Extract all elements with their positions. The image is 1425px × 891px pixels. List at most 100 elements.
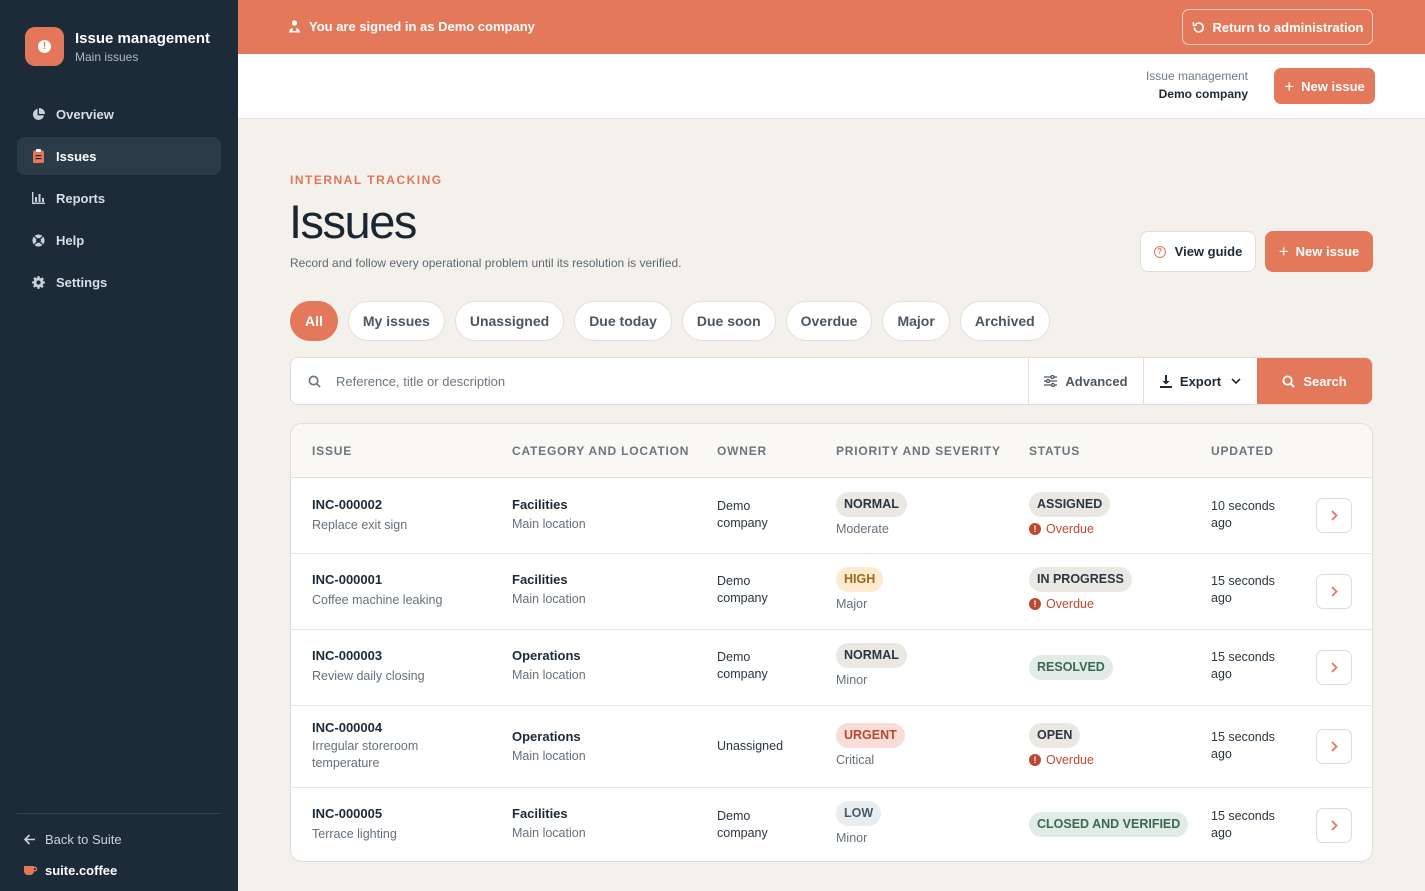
help-circle-icon: ? <box>1153 245 1166 258</box>
column-header-updated[interactable]: UPDATED <box>1211 444 1274 458</box>
status-cell: ASSIGNED ! Overdue <box>1029 492 1111 536</box>
overdue-indicator: ! Overdue <box>1029 597 1132 611</box>
status-badge: IN PROGRESS <box>1029 567 1132 592</box>
search-input[interactable] <box>336 373 936 389</box>
open-issue-button[interactable] <box>1316 574 1352 609</box>
filter-archived[interactable]: Archived <box>959 301 1050 341</box>
filter-due-soon[interactable]: Due soon <box>681 301 776 341</box>
column-header-owner[interactable]: OWNER <box>717 444 767 458</box>
updated-time: 15 seconds ago <box>1211 574 1275 605</box>
new-issue-button[interactable]: + New issue <box>1265 231 1373 272</box>
issue-title: Review daily closing <box>312 669 425 683</box>
table-row[interactable]: INC-000005 Terrace lighting Facilities M… <box>291 788 1372 861</box>
issue-severity: Minor <box>836 673 868 687</box>
sidebar-item-label: Help <box>56 232 85 248</box>
issues-table: ISSUE CATEGORY AND LOCATION OWNER PRIORI… <box>290 423 1373 862</box>
issue-location: Main location <box>512 749 586 763</box>
column-header-issue[interactable]: ISSUE <box>312 444 352 458</box>
bar-chart-icon <box>31 191 45 205</box>
table-header: ISSUE CATEGORY AND LOCATION OWNER PRIORI… <box>291 424 1372 478</box>
issue-severity: Moderate <box>836 522 889 536</box>
filter-my-issues[interactable]: My issues <box>347 301 445 341</box>
sidebar-item-label: Overview <box>56 106 114 122</box>
page-title: Issues <box>289 195 417 248</box>
filter-overdue[interactable]: Overdue <box>785 301 873 341</box>
header-new-issue-button[interactable]: + New issue <box>1274 68 1375 104</box>
open-issue-button[interactable] <box>1316 808 1352 843</box>
open-issue-button[interactable] <box>1316 650 1352 685</box>
back-to-suite-link[interactable]: Back to Suite <box>24 832 122 847</box>
filter-due-today[interactable]: Due today <box>574 301 672 341</box>
column-header-status[interactable]: STATUS <box>1029 444 1080 458</box>
search-bar: Advanced Export Search <box>290 357 1373 405</box>
priority-cell: HIGH Major <box>836 567 884 611</box>
issue-location: Main location <box>512 517 586 531</box>
sidebar-item-help[interactable]: Help <box>17 221 221 259</box>
view-guide-label: View guide <box>1174 244 1243 259</box>
status-badge: OPEN <box>1029 723 1081 748</box>
priority-badge: LOW <box>836 801 882 826</box>
filter-all[interactable]: All <box>290 301 338 341</box>
user-lock-icon <box>289 20 300 33</box>
issue-reference: INC-000004 <box>312 720 383 735</box>
sidebar-item-reports[interactable]: Reports <box>17 179 221 217</box>
priority-cell: NORMAL Minor <box>836 643 907 687</box>
brand-title: Issue management <box>75 29 211 47</box>
issue-cell: INC-000004 Irregular storeroom temperatu… <box>312 720 452 772</box>
suite-logo[interactable]: suite.coffee <box>24 863 117 878</box>
clipboard-icon <box>31 149 45 163</box>
search-button[interactable]: Search <box>1257 358 1372 404</box>
status-badge: ASSIGNED <box>1029 492 1111 517</box>
open-issue-button[interactable] <box>1316 729 1352 764</box>
search-icon <box>1282 374 1296 388</box>
column-header-priority[interactable]: PRIORITY AND SEVERITY <box>836 444 1001 458</box>
table-row[interactable]: INC-000004 Irregular storeroom temperatu… <box>291 706 1372 788</box>
return-label: Return to administration <box>1212 19 1364 35</box>
top-header: Issue management Demo company + New issu… <box>238 54 1425 119</box>
export-dropdown[interactable]: Export <box>1143 358 1257 404</box>
column-header-category[interactable]: CATEGORY AND LOCATION <box>512 444 689 458</box>
app-label: Issue management <box>1145 69 1248 83</box>
sidebar-item-label: Reports <box>56 190 106 206</box>
filter-unassigned[interactable]: Unassigned <box>454 301 565 341</box>
issue-cell: INC-000002 Replace exit sign <box>312 497 407 534</box>
sidebar-item-overview[interactable]: Overview <box>17 95 221 133</box>
sidebar-item-settings[interactable]: Settings <box>17 263 221 301</box>
alert-icon: ! <box>1029 523 1041 535</box>
view-guide-button[interactable]: ? View guide <box>1140 231 1256 272</box>
issue-location: Main location <box>512 826 586 840</box>
sidebar-item-issues[interactable]: Issues <box>17 137 221 175</box>
gear-icon <box>31 275 45 289</box>
return-to-administration-button[interactable]: Return to administration <box>1182 9 1373 45</box>
coffee-cup-icon <box>24 866 37 875</box>
issue-cell: INC-000003 Review daily closing <box>312 648 425 685</box>
chevron-right-icon <box>1330 510 1338 521</box>
issue-location: Main location <box>512 668 586 682</box>
back-to-suite-label: Back to Suite <box>45 832 122 847</box>
status-cell: RESOLVED <box>1029 655 1113 680</box>
priority-badge: URGENT <box>836 723 905 748</box>
export-label: Export <box>1179 373 1222 389</box>
issue-owner: Unassigned <box>717 739 784 753</box>
priority-cell: LOW Minor <box>836 801 882 845</box>
download-icon <box>1159 374 1172 388</box>
overdue-indicator: ! Overdue <box>1029 522 1110 536</box>
open-issue-button[interactable] <box>1316 498 1352 533</box>
category-cell: Facilities Main location <box>512 572 586 606</box>
category-cell: Facilities Main location <box>512 806 586 840</box>
brand[interactable]: ! Issue management Main issues <box>25 27 210 66</box>
advanced-filter-button[interactable]: Advanced <box>1028 358 1143 404</box>
table-row[interactable]: INC-000001 Coffee machine leaking Facili… <box>291 554 1372 630</box>
filter-major[interactable]: Major <box>882 301 950 341</box>
table-row[interactable]: INC-000002 Replace exit sign Facilities … <box>291 478 1372 554</box>
issue-category: Facilities <box>512 572 568 587</box>
banner-message: You are signed in as Demo company <box>289 19 535 34</box>
updated-time: 15 seconds ago <box>1211 809 1275 840</box>
table-row[interactable]: INC-000003 Review daily closing Operatio… <box>291 630 1372 706</box>
issue-reference: INC-000001 <box>312 572 383 587</box>
account-info: Issue management Demo company <box>1146 69 1248 101</box>
priority-cell: NORMAL Moderate <box>836 492 907 536</box>
status-badge: CLOSED AND VERIFIED <box>1029 812 1189 837</box>
plus-icon: + <box>1278 242 1289 261</box>
pie-chart-icon <box>31 107 45 121</box>
